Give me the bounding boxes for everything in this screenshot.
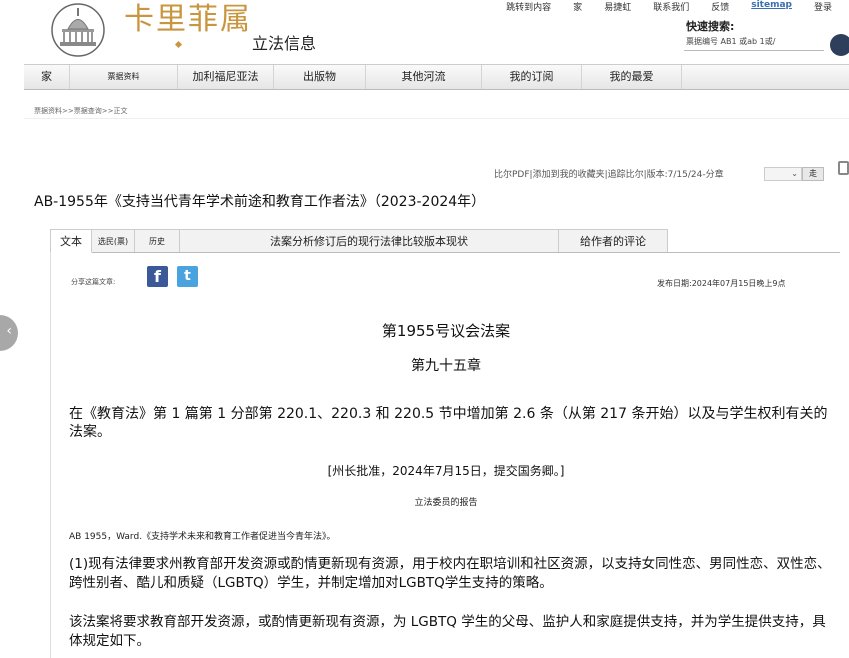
nav-item-my-favorites[interactable]: 我的最爱: [582, 65, 682, 89]
tab-analysis-compare-status[interactable]: 法案分析修订后的现行法律比较版本现状: [179, 229, 559, 252]
chevron-left-icon: ‹: [6, 323, 12, 339]
login-link[interactable]: 登录: [803, 0, 843, 13]
skip-to-content-link[interactable]: 跳转到内容: [495, 0, 562, 13]
brand-ornament: [174, 40, 183, 49]
nav-item-publications[interactable]: 出版物: [274, 65, 366, 89]
home-link[interactable]: 家: [562, 0, 593, 13]
main-nav: 家 票据资料 加利福尼亚法 出版物 其他河流 我的订阅 我的最爱: [24, 64, 849, 90]
digest-label: 立法委员的报告: [414, 498, 478, 508]
digest-ab-line: AB 1955，Ward.《支持学术未来和教育工作者促进当今青年法》。: [69, 532, 336, 542]
tab-comments[interactable]: 给作者的评论: [558, 229, 668, 252]
bill-title: AB-1955年《支持当代青年学术前途和教育工作者法》（2023-2024年）: [34, 194, 486, 210]
quick-search-go-button[interactable]: [830, 34, 849, 56]
capitol-logo[interactable]: [46, 2, 110, 58]
printer-icon[interactable]: [838, 161, 849, 175]
sitemap-link[interactable]: sitemap: [740, 0, 803, 13]
version-select[interactable]: ⌄: [764, 167, 802, 181]
site-header: 卡里菲属 立法信息 跳转到内容 家 易捷虹 联系我们 反馈 sitemap 登录…: [0, 0, 849, 64]
top-links: 跳转到内容 家 易捷虹 联系我们 反馈 sitemap 登录: [495, 0, 843, 13]
share-label: 分享这篇文章:: [71, 278, 116, 286]
bill-toolbar-links[interactable]: 比尔PDF|添加到我的收藏夹|追踪比尔|版本:7/15/24-分章: [494, 167, 724, 180]
tab-votes[interactable]: 选民(票): [91, 229, 135, 252]
facebook-icon[interactable]: f: [147, 266, 168, 287]
brand-title: 卡里菲属: [124, 2, 252, 37]
nav-item-other-resources[interactable]: 其他河流: [366, 65, 482, 89]
bill-summary-title: 在《教育法》第 1 篇第 1 分部第 220.1、220.3 和 220.5 节…: [69, 406, 828, 440]
nav-item-bill-info[interactable]: 票据资料: [70, 65, 178, 89]
nav-item-california-law[interactable]: 加利福尼亚法: [178, 65, 274, 89]
quick-search-hint: 票据编号 AB1 或ab 1或/: [686, 37, 776, 46]
nav-item-my-subscriptions[interactable]: 我的订阅: [482, 65, 582, 89]
tab-history[interactable]: 历史: [134, 229, 180, 252]
publish-date: 发布日期:2024年07月15日晚上9点: [657, 279, 786, 288]
contact-link[interactable]: 联系我们: [642, 0, 700, 13]
quick-search-label: 快速搜索:: [686, 20, 735, 33]
divider: [24, 118, 849, 119]
twitter-icon[interactable]: t: [177, 266, 198, 287]
bill-content: 分享这篇文章: f t 发布日期:2024年07月15日晚上9点 第1955号议…: [50, 253, 840, 658]
bill-tabs: 文本 选民(票) 历史 法案分析修订后的现行法律比较版本现状 给作者的评论: [50, 229, 840, 253]
tab-text[interactable]: 文本: [50, 229, 92, 253]
digest-paragraph-2: 该法案将要求教育部开发资源，或酌情更新现有资源，为 LGBTQ 学生的父母、监护…: [69, 614, 826, 649]
nav-item-home[interactable]: 家: [24, 65, 70, 89]
breadcrumb[interactable]: 票据资料>>票据查询>>正文: [34, 106, 127, 116]
digest-paragraph-1: (1)现有法律要求州教育部开发资源或酌情更新现有资源，用于校内在职培训和社区资源…: [69, 556, 831, 591]
approval-note: [州长批准，2024年7月15日，提交国务卿。]: [327, 464, 565, 478]
version-go-button[interactable]: 走: [802, 167, 824, 181]
bill-heading: 第1955号议会法案: [381, 322, 511, 340]
chapter-heading: 第九十五章: [411, 358, 481, 374]
feedback-link[interactable]: 反馈: [700, 0, 740, 13]
ease-link[interactable]: 易捷虹: [593, 0, 642, 13]
side-back-button[interactable]: ‹: [0, 315, 18, 351]
site-subtitle: 立法信息: [252, 34, 317, 53]
